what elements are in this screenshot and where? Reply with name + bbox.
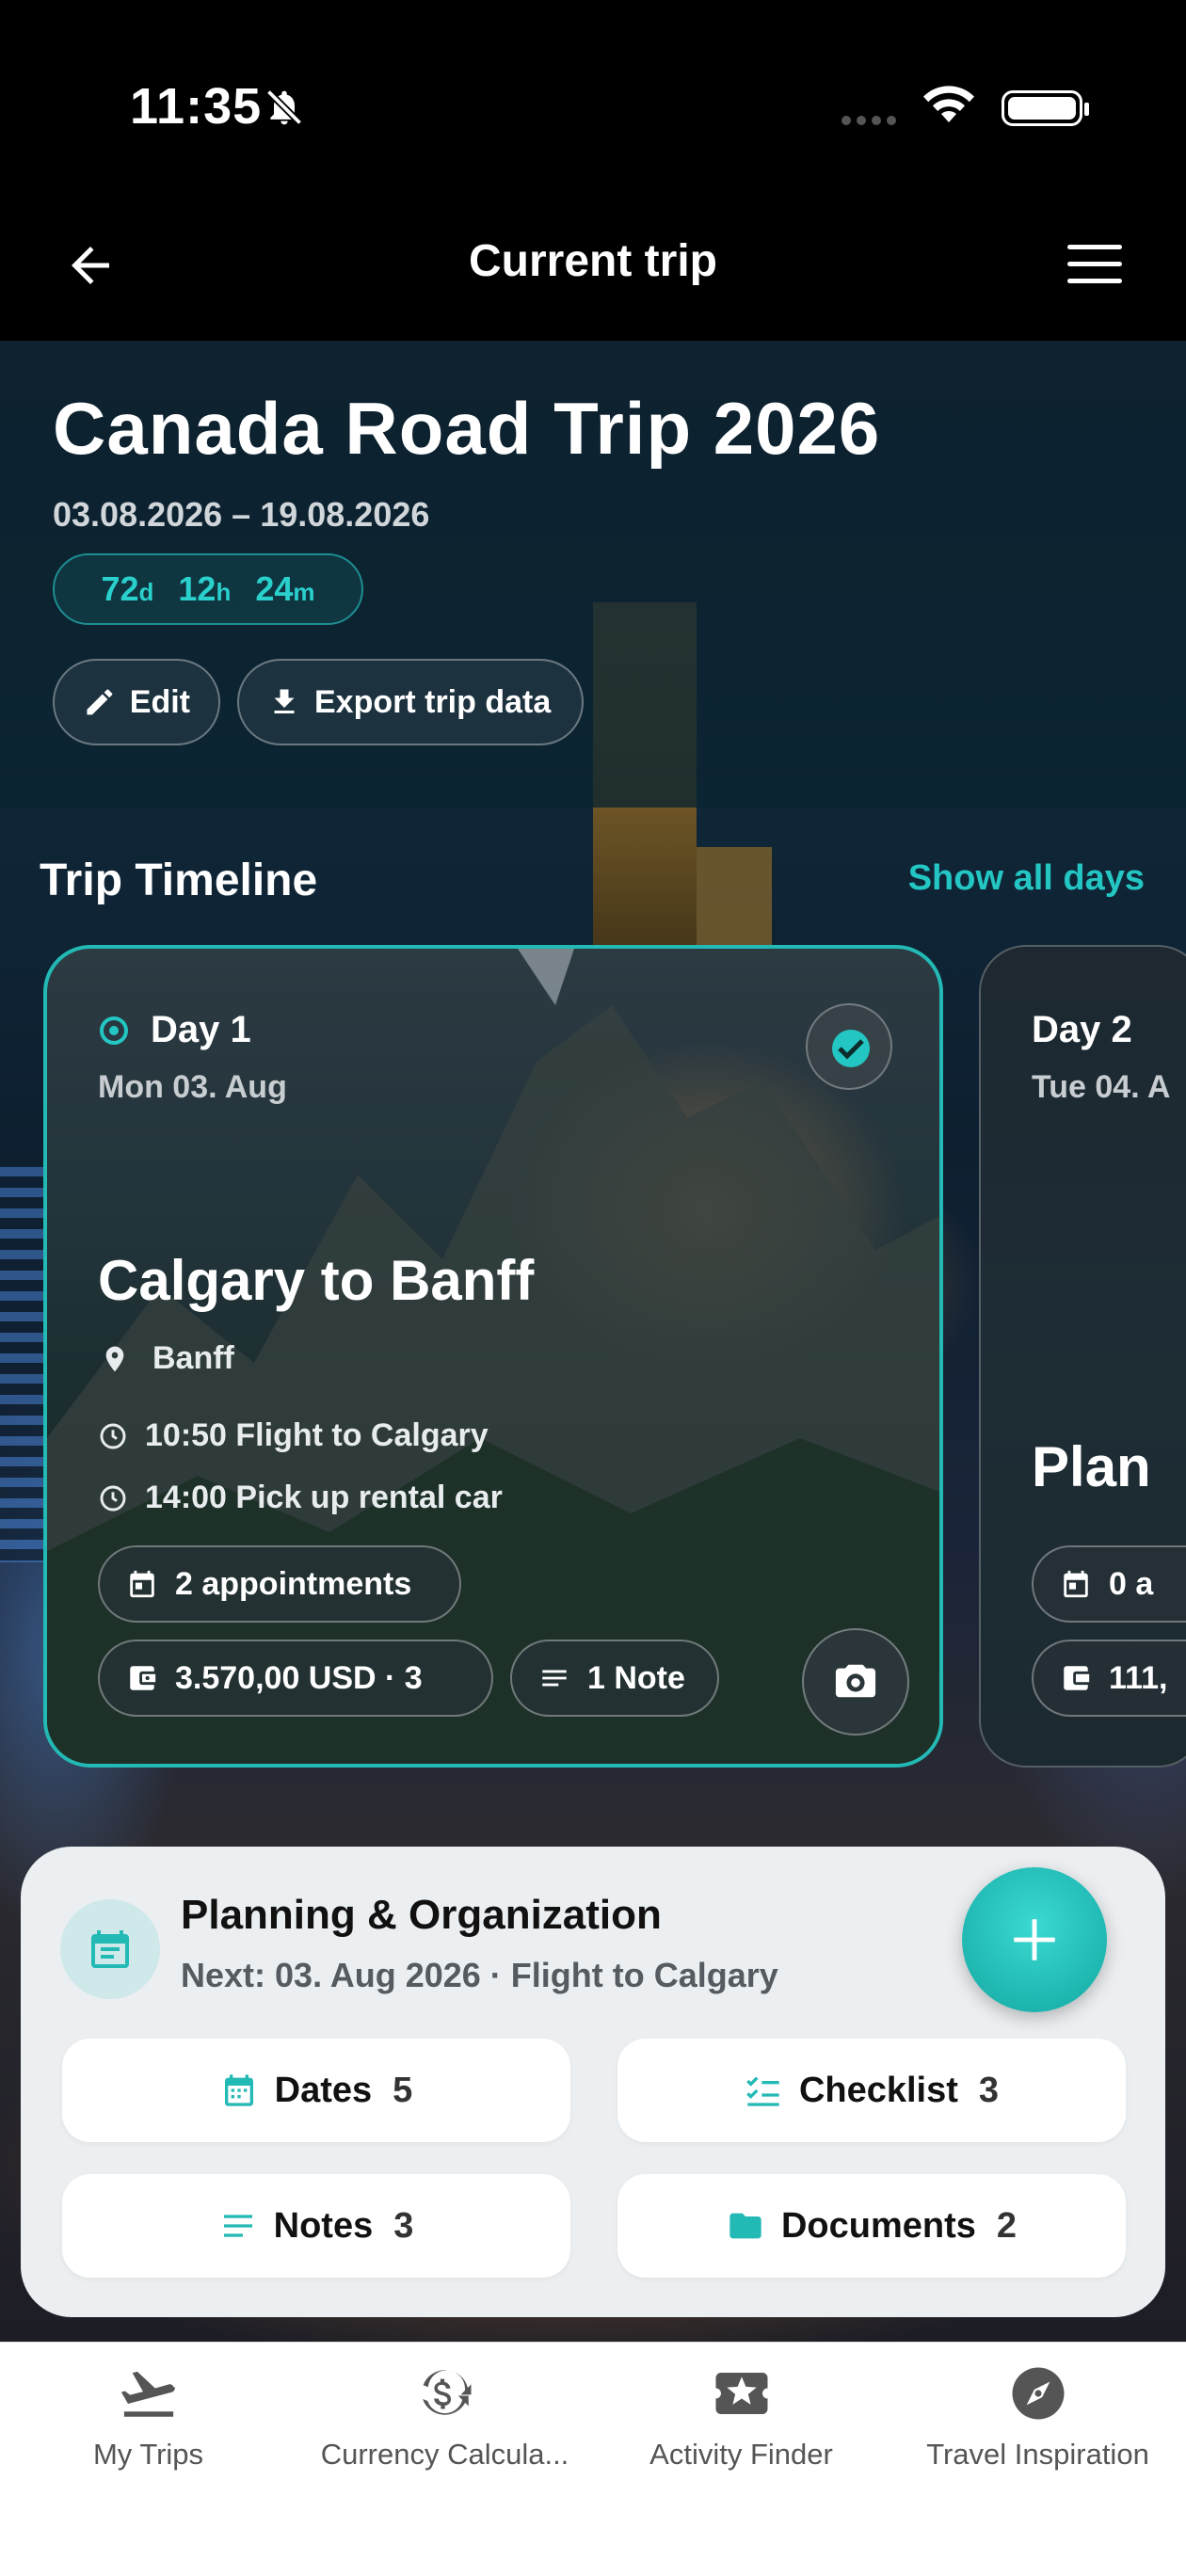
export-trip-data-button[interactable]: Export trip data xyxy=(237,659,584,745)
day-1-budget-text: 3.570,00 USD · 3 xyxy=(175,1659,423,1696)
calendar-icon xyxy=(224,2074,253,2106)
edit-button[interactable]: Edit xyxy=(53,659,220,745)
countdown-hours: 12 xyxy=(178,569,216,608)
planning-icon-badge xyxy=(60,1899,160,1999)
add-photo-button[interactable] xyxy=(802,1628,909,1736)
day-1-date: Mon 03. Aug xyxy=(98,1069,287,1105)
ticket-star-icon xyxy=(715,2373,767,2414)
day-1-location: Banff xyxy=(100,1340,234,1377)
calendar-icon xyxy=(130,1570,154,1598)
wallet-icon xyxy=(1064,1666,1090,1690)
day-1-event-1-text: 10:50 Flight to Calgary xyxy=(145,1417,489,1453)
day-1-appointments-chip[interactable]: 2 appointments xyxy=(98,1545,461,1623)
notes-icon xyxy=(542,1670,567,1687)
currency-exchange-icon xyxy=(422,2370,471,2415)
trip-dates: 03.08.2026 – 19.08.2026 xyxy=(53,495,430,534)
clock-icon xyxy=(100,1485,126,1511)
day-2-title: Plan xyxy=(1032,1435,1151,1498)
day-2-appointments-text: 0 a xyxy=(1109,1565,1154,1602)
plus-icon xyxy=(1014,1919,1055,1960)
bell-muted-icon xyxy=(265,88,303,126)
camera-icon xyxy=(835,1664,876,1698)
tab-my-trips[interactable]: My Trips xyxy=(0,2362,296,2472)
location-pin-icon xyxy=(105,1346,124,1371)
tab-my-trips-label: My Trips xyxy=(92,2438,204,2471)
export-label: Export trip data xyxy=(314,683,552,720)
page-title: Current trip xyxy=(469,236,717,286)
folder-icon xyxy=(729,2213,761,2239)
countdown-minutes: 24 xyxy=(255,569,294,608)
day-2-appointments-chip[interactable]: 0 a xyxy=(1032,1545,1186,1623)
trip-title: Canada Road Trip 2026 xyxy=(53,387,881,470)
documents-tile-label: Documents xyxy=(780,2205,976,2246)
day-1-location-text: Banff xyxy=(152,1340,234,1376)
wallet-icon xyxy=(130,1666,156,1690)
countdown-minutes-unit: m xyxy=(293,578,315,606)
documents-tile-count: 2 xyxy=(996,2205,1018,2246)
day-1-selected-indicator xyxy=(100,1016,128,1045)
day-2-date: Tue 04. A xyxy=(1032,1069,1171,1105)
checklist-tile-label: Checklist xyxy=(798,2070,958,2110)
pencil-icon xyxy=(87,689,113,715)
timeline-title: Trip Timeline xyxy=(40,856,318,905)
tab-activity-finder[interactable]: Activity Finder xyxy=(593,2362,890,2472)
countdown-hours-unit: h xyxy=(216,578,232,606)
notes-tile-count: 3 xyxy=(393,2205,414,2246)
tab-activity-finder-label: Activity Finder xyxy=(649,2438,833,2471)
download-icon xyxy=(274,689,295,713)
battery-icon xyxy=(1002,90,1089,126)
day-1-event-2-text: 14:00 Pick up rental car xyxy=(145,1480,503,1515)
signal-icon xyxy=(841,113,902,130)
show-all-days-link[interactable]: Show all days xyxy=(908,858,1145,899)
dates-tile-count: 5 xyxy=(393,2070,413,2110)
day-2-budget-chip[interactable]: 111, xyxy=(1032,1640,1186,1717)
notes-icon xyxy=(223,2215,252,2237)
wifi-icon xyxy=(923,86,974,122)
notes-tile[interactable]: Notes 3 xyxy=(62,2174,570,2278)
day-1-notes-text: 1 Note xyxy=(587,1659,685,1696)
checklist-tile-count: 3 xyxy=(978,2070,1000,2110)
countdown-days-unit: d xyxy=(138,578,154,606)
plane-icon xyxy=(120,2371,175,2417)
tab-currency-calculator[interactable]: Currency Calcula... xyxy=(296,2362,593,2472)
tab-currency-calculator-label: Currency Calcula... xyxy=(320,2438,569,2471)
countdown-badge: 72d 12h 24m xyxy=(53,553,363,625)
day-2-budget-text: 111, xyxy=(1109,1659,1168,1696)
documents-tile[interactable]: Documents 2 xyxy=(617,2174,1126,2278)
tab-travel-inspiration[interactable]: Travel Inspiration xyxy=(890,2362,1186,2472)
planner-icon xyxy=(91,1930,129,1968)
day-2-label: Day 2 xyxy=(1032,1009,1132,1050)
checklist-icon xyxy=(746,2076,779,2106)
calendar-icon xyxy=(1064,1570,1088,1598)
checkmark-icon xyxy=(838,1039,864,1060)
compass-icon xyxy=(1012,2367,1064,2420)
day-1-event-2: 14:00 Pick up rental car xyxy=(98,1480,503,1516)
day-1-appointments-text: 2 appointments xyxy=(175,1565,412,1602)
checklist-tile[interactable]: Checklist 3 xyxy=(617,2039,1126,2142)
status-time: 11:35 xyxy=(130,78,263,135)
countdown-days: 72 xyxy=(101,569,139,608)
day-1-budget-chip[interactable]: 3.570,00 USD · 3 xyxy=(98,1640,493,1717)
notes-tile-label: Notes xyxy=(273,2205,374,2246)
day-1-event-1: 10:50 Flight to Calgary xyxy=(98,1417,489,1454)
hamburger-menu-icon[interactable] xyxy=(1067,245,1122,286)
day-1-title: Calgary to Banff xyxy=(98,1249,535,1312)
edit-label: Edit xyxy=(129,683,190,720)
clock-icon xyxy=(100,1423,126,1448)
day-1-notes-chip[interactable]: 1 Note xyxy=(510,1640,719,1717)
planning-next: Next: 03. Aug 2026 · Flight to Calgary xyxy=(181,1956,778,1994)
dates-tile[interactable]: Dates 5 xyxy=(62,2039,570,2142)
tab-travel-inspiration-label: Travel Inspiration xyxy=(926,2438,1149,2471)
day-1-label: Day 1 xyxy=(151,1009,251,1050)
planning-title: Planning & Organization xyxy=(181,1892,662,1938)
add-button[interactable] xyxy=(962,1867,1107,2012)
day-1-completed-toggle[interactable] xyxy=(806,1003,892,1090)
dates-tile-label: Dates xyxy=(274,2070,373,2110)
